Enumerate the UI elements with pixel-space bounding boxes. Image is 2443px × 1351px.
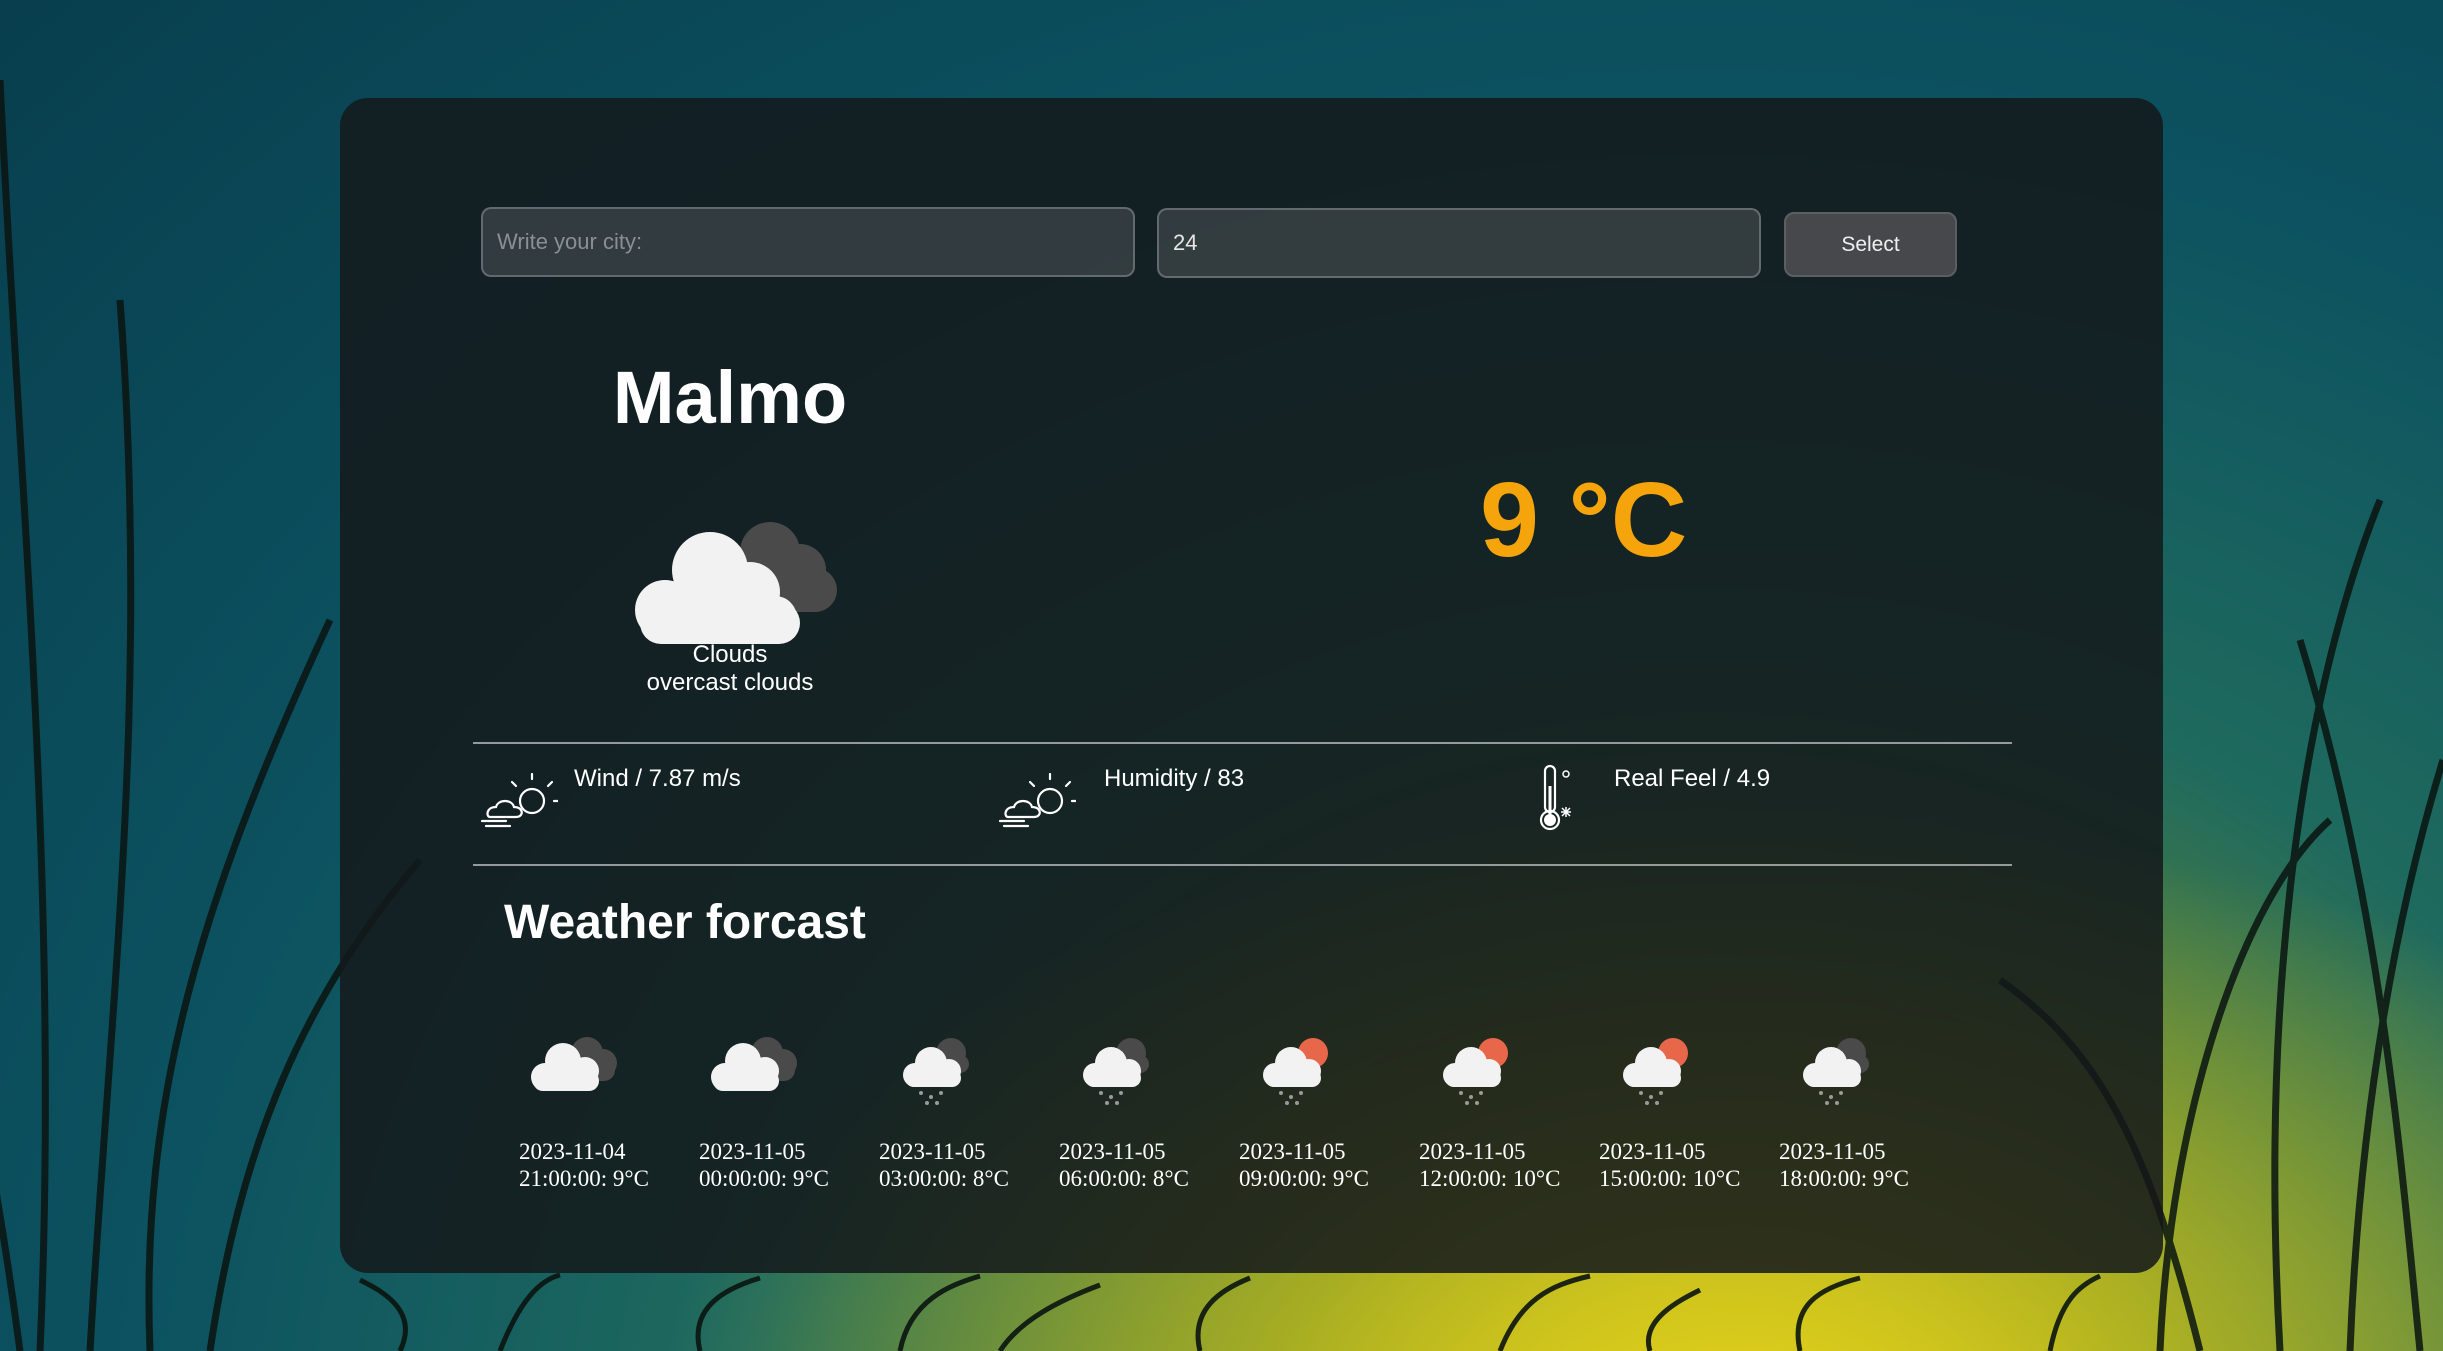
forecast-date: 2023-11-05 bbox=[1779, 1139, 1886, 1164]
forecast-time-temp: 09:00:00: 9°C bbox=[1239, 1166, 1369, 1191]
overcast-clouds-icon bbox=[531, 1037, 617, 1091]
rain-cloud-icon bbox=[1803, 1038, 1869, 1105]
city-name: Malmo bbox=[612, 356, 848, 439]
forecast-time-temp: 15:00:00: 10°C bbox=[1599, 1166, 1741, 1191]
forecast-title: Weather forcast bbox=[504, 896, 866, 949]
divider-top bbox=[473, 742, 2012, 744]
wind-stat: Wind / 7.87 m/s bbox=[574, 765, 741, 792]
forecast-time-temp: 12:00:00: 10°C bbox=[1419, 1166, 1561, 1191]
forecast-date: 2023-11-05 bbox=[699, 1139, 806, 1164]
forecast-item: 2023-11-05 03:00:00: 8°C bbox=[879, 1138, 1009, 1192]
forecast-time-temp: 21:00:00: 9°C bbox=[519, 1166, 649, 1191]
forecast-time-temp: 18:00:00: 9°C bbox=[1779, 1166, 1909, 1191]
forecast-date: 2023-11-04 bbox=[519, 1139, 626, 1164]
city-search-input[interactable] bbox=[481, 207, 1135, 277]
humidity-icon bbox=[998, 773, 1076, 828]
forecast-item: 2023-11-05 15:00:00: 10°C bbox=[1599, 1138, 1740, 1192]
forecast-date: 2023-11-05 bbox=[1059, 1139, 1166, 1164]
forecast-item: 2023-11-04 21:00:00: 9°C bbox=[519, 1138, 649, 1192]
humidity-stat: Humidity / 83 bbox=[1104, 765, 1245, 792]
overcast-clouds-icon bbox=[711, 1037, 797, 1091]
forecast-date: 2023-11-05 bbox=[1599, 1139, 1706, 1164]
divider-bottom bbox=[473, 864, 2012, 866]
overcast-clouds-icon bbox=[635, 522, 837, 644]
select-button[interactable]: Select bbox=[1784, 212, 1957, 277]
rain-cloud-icon bbox=[903, 1038, 969, 1105]
sun-rain-cloud-icon bbox=[1263, 1038, 1328, 1105]
forecast-item: 2023-11-05 00:00:00: 9°C bbox=[699, 1138, 829, 1192]
wind-icon bbox=[480, 773, 558, 828]
forecast-date: 2023-11-05 bbox=[879, 1139, 986, 1164]
forecast-item: 2023-11-05 18:00:00: 9°C bbox=[1779, 1138, 1909, 1192]
forecast-date: 2023-11-05 bbox=[1239, 1139, 1346, 1164]
weather-description: overcast clouds bbox=[646, 669, 814, 696]
sun-rain-cloud-icon bbox=[1623, 1038, 1688, 1105]
forecast-count-input[interactable] bbox=[1157, 208, 1761, 278]
rain-cloud-icon bbox=[1083, 1038, 1149, 1105]
thermometer-icon bbox=[1539, 764, 1571, 831]
forecast-date: 2023-11-05 bbox=[1419, 1139, 1526, 1164]
real-feel-stat: Real Feel / 4.9 bbox=[1614, 765, 1771, 792]
forecast-item: 2023-11-05 06:00:00: 8°C bbox=[1059, 1138, 1189, 1192]
forecast-time-temp: 06:00:00: 8°C bbox=[1059, 1166, 1189, 1191]
forecast-item: 2023-11-05 12:00:00: 10°C bbox=[1419, 1138, 1560, 1192]
weather-condition: Clouds bbox=[692, 641, 768, 668]
current-temperature: 9 °C bbox=[1480, 461, 1688, 579]
forecast-time-temp: 00:00:00: 9°C bbox=[699, 1166, 829, 1191]
forecast-time-temp: 03:00:00: 8°C bbox=[879, 1166, 1009, 1191]
sun-rain-cloud-icon bbox=[1443, 1038, 1508, 1105]
forecast-item: 2023-11-05 09:00:00: 9°C bbox=[1239, 1138, 1369, 1192]
